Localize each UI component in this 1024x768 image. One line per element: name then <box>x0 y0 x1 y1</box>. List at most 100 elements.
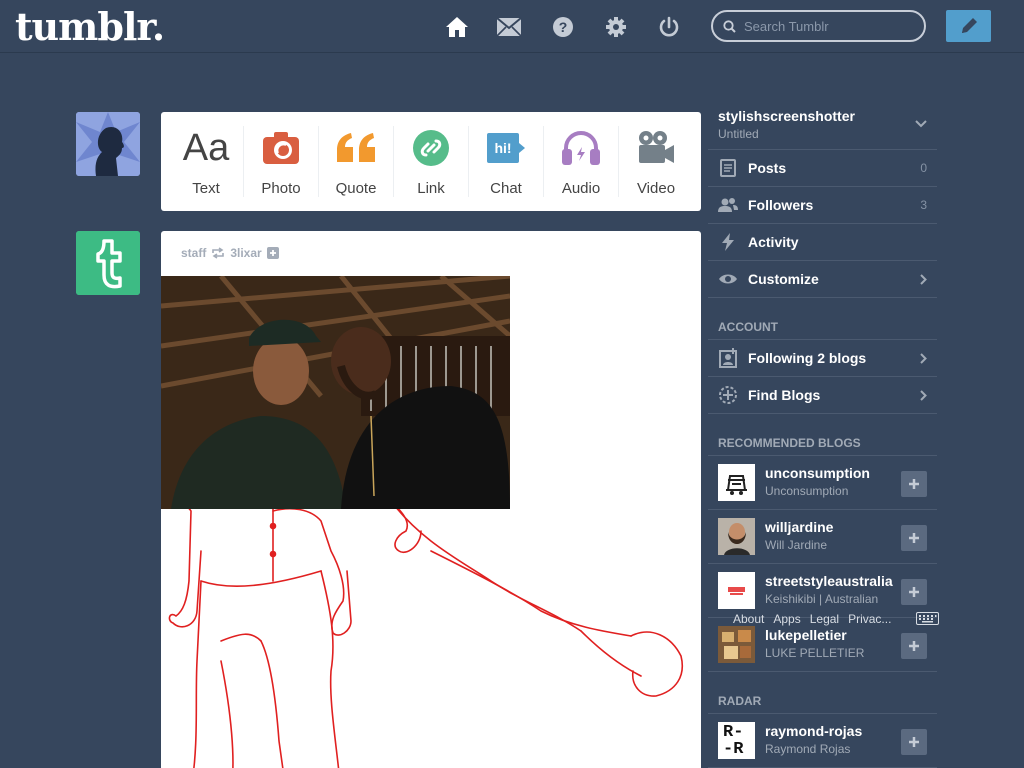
dashboard-post: staff 3lixar <box>161 231 701 768</box>
blog-name: raymond-rojas <box>765 723 863 739</box>
inbox-icon[interactable] <box>496 14 522 40</box>
sidebar-item-posts[interactable]: Posts 0 <box>708 150 937 187</box>
section-heading-account: ACCOUNT <box>708 298 937 340</box>
sidebar-item-activity[interactable]: Activity <box>708 224 937 261</box>
user-avatar[interactable] <box>76 112 140 176</box>
follow-button[interactable] <box>901 579 927 605</box>
footer-link-about[interactable]: About <box>733 612 764 626</box>
chevron-right-icon <box>920 352 927 364</box>
follow-button[interactable] <box>901 633 927 659</box>
dashboard-sidebar: stylishscreenshotter Untitled Posts 0 Fo… <box>708 100 937 768</box>
sidebar-item-label: Followers <box>748 197 814 213</box>
pencil-icon <box>961 18 977 33</box>
sidebar-item-label: Posts <box>748 160 787 176</box>
recommended-blog[interactable]: streetstyleaustralia Keishikibi | Austra… <box>708 564 937 618</box>
sidebar-item-followers[interactable]: Followers 3 <box>708 187 937 224</box>
follow-button[interactable] <box>901 729 927 755</box>
find-blogs-icon <box>718 385 738 405</box>
sidebar-item-label: Following 2 blogs <box>748 350 867 366</box>
footer-link-privacy[interactable]: Privac... <box>848 612 891 626</box>
post-type-label: Quote <box>335 180 377 197</box>
tumblr-logo[interactable]: tumblr. <box>15 4 165 49</box>
post-header: staff 3lixar <box>181 246 279 260</box>
staff-avatar[interactable] <box>76 231 140 295</box>
post-type-photo[interactable]: Photo <box>244 126 319 197</box>
post-type-bar: Aa Text Photo Quote Link hi! Chat Audio <box>161 112 701 211</box>
sidebar-item-count: 3 <box>920 198 927 212</box>
post-type-quote[interactable]: Quote <box>319 126 394 197</box>
blog-name: unconsumption <box>765 465 870 481</box>
recommended-blog[interactable]: willjardine Will Jardine <box>708 510 937 564</box>
home-icon[interactable] <box>444 14 470 40</box>
posts-icon <box>718 158 738 178</box>
plus-icon <box>909 587 919 597</box>
link-icon <box>412 126 450 170</box>
plus-icon <box>909 641 919 651</box>
search-input[interactable] <box>744 18 914 34</box>
following-icon <box>718 348 738 368</box>
chat-glyph: hi! <box>494 140 511 156</box>
search-box[interactable] <box>711 10 926 42</box>
post-photo[interactable] <box>161 276 510 509</box>
blog-title: Raymond Rojas <box>765 742 851 756</box>
post-type-audio[interactable]: Audio <box>544 126 619 197</box>
post-type-text[interactable]: Aa Text <box>169 126 244 197</box>
reblog-source[interactable]: 3lixar <box>230 246 261 260</box>
recommended-blog[interactable]: lukepelletier LUKE PELLETIER <box>708 618 937 672</box>
headphones-icon <box>561 126 601 170</box>
plus-icon <box>909 737 919 747</box>
compose-button[interactable] <box>946 10 991 42</box>
follow-button[interactable] <box>901 525 927 551</box>
followers-icon <box>718 195 738 215</box>
logout-icon[interactable] <box>656 14 682 40</box>
post-type-link[interactable]: Link <box>394 126 469 197</box>
plus-icon <box>909 479 919 489</box>
post-type-label: Video <box>636 180 676 197</box>
blog-title: Untitled <box>718 127 759 141</box>
blog-avatar <box>718 464 755 501</box>
chevron-right-icon <box>920 273 927 285</box>
activity-icon <box>718 232 738 252</box>
recommended-blog[interactable]: unconsumption Unconsumption <box>708 456 937 510</box>
radar-blog[interactable]: R- -R raymond-rojas Raymond Rojas <box>708 714 937 768</box>
sidebar-item-find-blogs[interactable]: Find Blogs <box>708 377 937 414</box>
post-author[interactable]: staff <box>181 246 206 260</box>
blog-name: streetstyleaustralia <box>765 573 893 589</box>
keyboard-shortcuts-icon[interactable] <box>916 612 939 625</box>
chat-icon: hi! <box>485 126 527 170</box>
blog-name: lukepelletier <box>765 627 847 643</box>
sidebar-item-customize[interactable]: Customize <box>708 261 937 298</box>
video-icon <box>637 126 675 170</box>
section-heading-radar: RADAR <box>708 672 937 714</box>
blog-title: LUKE PELLETIER <box>765 646 865 660</box>
plus-icon <box>909 533 919 543</box>
blog-name: stylishscreenshotter <box>718 108 855 124</box>
post-type-label: Photo <box>261 180 301 197</box>
reblog-icon <box>212 247 225 259</box>
search-icon <box>723 19 736 33</box>
footer-link-legal[interactable]: Legal <box>810 612 839 626</box>
sidebar-item-label: Customize <box>748 271 819 287</box>
post-type-video[interactable]: Video <box>619 126 693 197</box>
blog-avatar <box>718 626 755 663</box>
post-type-label: Text <box>192 180 220 197</box>
help-icon[interactable]: ? <box>550 14 576 40</box>
post-type-label: Chat <box>490 180 522 197</box>
settings-icon[interactable] <box>603 14 629 40</box>
top-bar: tumblr. ? <box>0 0 1024 53</box>
eye-icon <box>718 269 738 289</box>
post-type-chat[interactable]: hi! Chat <box>469 126 544 197</box>
text-icon: Aa <box>182 126 230 169</box>
blog-avatar <box>718 518 755 555</box>
sidebar-item-label: Find Blogs <box>748 387 821 403</box>
follow-button[interactable] <box>901 471 927 497</box>
sidebar-item-count: 0 <box>920 161 927 175</box>
footer-link-apps[interactable]: Apps <box>773 612 800 626</box>
sidebar-item-following[interactable]: Following 2 blogs <box>708 340 937 377</box>
blog-switcher[interactable]: stylishscreenshotter Untitled <box>708 100 937 150</box>
chevron-right-icon <box>920 389 927 401</box>
blog-title: Keishikibi | Australian <box>765 592 879 606</box>
section-heading-recommended: RECOMMENDED BLOGS <box>708 414 937 456</box>
blog-avatar <box>718 572 755 609</box>
follow-plus-icon[interactable] <box>266 247 279 259</box>
